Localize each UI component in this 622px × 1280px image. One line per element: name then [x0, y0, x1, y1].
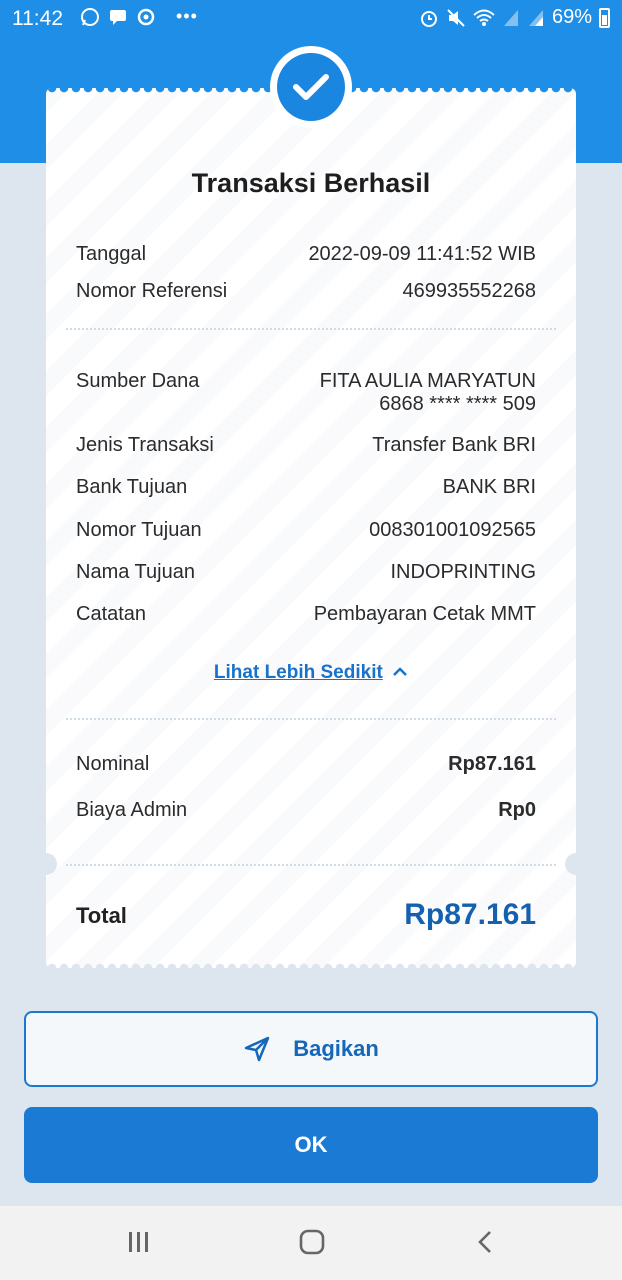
ok-button-label: OK	[294, 1132, 328, 1157]
more-icon: •••	[176, 6, 198, 26]
receipt-bottom-edge	[46, 960, 576, 968]
share-button-label: Bagikan	[293, 1036, 379, 1061]
wifi-icon	[473, 9, 495, 26]
recent-apps-icon[interactable]	[126, 1228, 152, 1256]
row-label: Catatan	[76, 603, 147, 625]
status-time: 11:42	[12, 7, 63, 30]
success-badge	[270, 46, 352, 128]
row-value-secondary: 6868 **** **** 509	[379, 393, 536, 415]
home-icon[interactable]	[298, 1228, 326, 1256]
battery-icon	[599, 7, 610, 28]
row-value: Rp87.161	[448, 753, 536, 775]
row-label: Jenis Transaksi	[76, 434, 214, 456]
row-value: Pembayaran Cetak MMT	[313, 603, 536, 625]
status-bar: 11:42 ••• 69%	[0, 0, 622, 38]
divider	[66, 718, 556, 720]
back-icon[interactable]	[474, 1228, 498, 1256]
row-label: Nama Tujuan	[76, 561, 195, 583]
receipt-notch-left	[46, 853, 57, 875]
whatsapp-icon	[81, 7, 99, 26]
share-button[interactable]: Bagikan	[24, 1011, 598, 1087]
row-value: 008301001092565	[369, 519, 536, 541]
divider	[66, 328, 556, 330]
row-label: Nominal	[76, 753, 150, 775]
row-value: BANK BRI	[442, 476, 536, 498]
check-icon	[293, 74, 329, 100]
row-value: Rp0	[498, 799, 536, 821]
page-title: Transaksi Berhasil	[191, 168, 431, 198]
row-label: Bank Tujuan	[76, 476, 188, 498]
total-label: Total	[76, 903, 127, 928]
sync-icon	[137, 8, 155, 25]
divider	[66, 864, 556, 866]
status-notification-icons: •••	[80, 6, 198, 27]
show-less-label: Lihat Lebih Sedikit	[213, 662, 383, 683]
total-amount: Rp87.161	[404, 898, 536, 931]
row-value: Transfer Bank BRI	[372, 434, 536, 456]
chevron-up-icon	[393, 667, 407, 676]
signal-icon	[528, 9, 543, 26]
signal-icon	[503, 9, 518, 26]
alarm-icon	[420, 10, 437, 27]
row-label: Tanggal	[76, 243, 147, 265]
mute-icon	[447, 8, 465, 27]
row-label: Nomor Referensi	[76, 280, 228, 302]
send-icon	[244, 1036, 270, 1062]
receipt-notch-right	[565, 853, 576, 875]
ok-button[interactable]: OK	[24, 1107, 598, 1183]
detail-row-source: Sumber Dana FITA AULIA MARYATUN 6868 ***…	[76, 370, 536, 420]
receipt-card: Transaksi Berhasil Tanggal 2022-09-09 11…	[46, 88, 576, 968]
show-less-link[interactable]: Lihat Lebih Sedikit	[46, 662, 576, 684]
row-label: Biaya Admin	[76, 799, 188, 821]
navigation-bar	[0, 1206, 622, 1280]
row-value: FITA AULIA MARYATUN	[319, 370, 536, 392]
row-value: 2022-09-09 11:41:52 WIB	[308, 243, 536, 265]
battery-level: 69%	[551, 6, 592, 28]
row-value: 469935552268	[402, 280, 536, 302]
row-label: Sumber Dana	[76, 370, 200, 392]
message-icon	[110, 9, 126, 25]
row-label: Nomor Tujuan	[76, 519, 202, 541]
row-value: INDOPRINTING	[390, 561, 536, 583]
status-system-icons: 69%	[419, 6, 610, 29]
